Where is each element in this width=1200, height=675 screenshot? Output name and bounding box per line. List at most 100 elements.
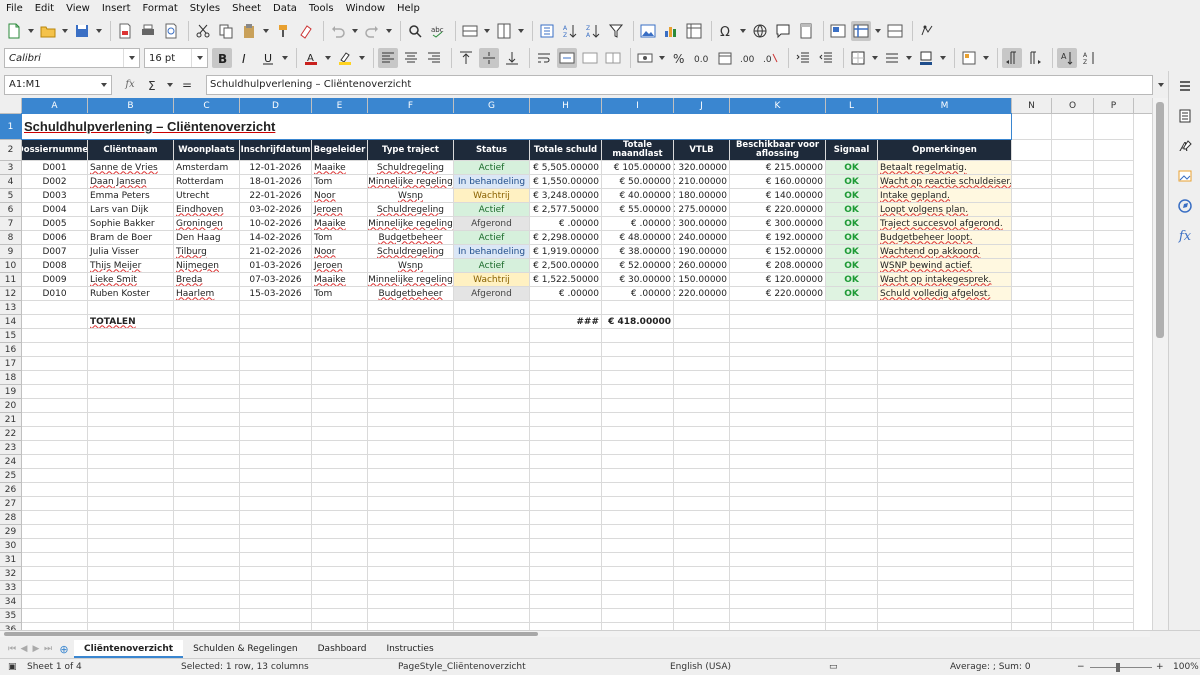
empty-cell[interactable] [454, 371, 530, 385]
open-folder-icon[interactable] [38, 21, 58, 41]
status-cell[interactable]: Wachtrij [454, 273, 530, 287]
empty-cell[interactable] [730, 301, 826, 315]
status-cell[interactable]: Actief [454, 231, 530, 245]
empty-cell[interactable] [674, 623, 730, 630]
insert-chart-icon[interactable] [661, 21, 681, 41]
empty-cell[interactable] [674, 315, 730, 329]
border-color-dropdown[interactable] [939, 48, 946, 68]
empty-cell[interactable] [240, 553, 312, 567]
empty-cell[interactable] [530, 413, 602, 427]
empty-cell[interactable] [88, 623, 174, 630]
empty-cell[interactable] [878, 511, 1012, 525]
totale-schuld-cell[interactable]: € 5,505.00000 [530, 161, 602, 175]
begeleider-cell[interactable]: Tom [312, 287, 368, 301]
empty-cell[interactable] [368, 539, 454, 553]
border-color-icon[interactable] [916, 48, 936, 68]
empty-cell[interactable] [174, 483, 240, 497]
empty-cell[interactable] [454, 567, 530, 581]
font-color-dropdown[interactable] [324, 48, 331, 68]
empty-cell[interactable] [1052, 525, 1094, 539]
empty-cell[interactable] [1052, 581, 1094, 595]
column-header-k[interactable]: K [730, 98, 826, 114]
empty-cell[interactable] [1012, 259, 1052, 273]
empty-cell[interactable] [1052, 609, 1094, 623]
empty-cell[interactable] [530, 623, 602, 630]
decrease-indent-icon[interactable] [816, 48, 836, 68]
empty-cell[interactable] [602, 413, 674, 427]
empty-cell[interactable] [674, 595, 730, 609]
empty-cell[interactable] [530, 567, 602, 581]
empty-cell[interactable] [674, 497, 730, 511]
empty-cell[interactable] [312, 609, 368, 623]
opmerkingen-cell[interactable]: Traject succesvol afgerond. [878, 217, 1012, 231]
column-header-p[interactable]: P [1094, 98, 1134, 114]
column-header-o[interactable]: O [1052, 98, 1094, 114]
menu-window[interactable]: Window [346, 3, 385, 14]
inschrijfdatum-cell[interactable]: 03-02-2026 [240, 203, 312, 217]
empty-cell[interactable] [454, 469, 530, 483]
empty-cell[interactable] [1094, 357, 1134, 371]
header-status[interactable]: Status [454, 140, 530, 161]
align-top-icon[interactable] [456, 48, 476, 68]
vtlb-cell[interactable]: € 210.00000 [674, 175, 730, 189]
sort-descending-icon[interactable]: ZA [583, 21, 603, 41]
row-header-23[interactable]: 23 [0, 441, 22, 455]
column-dropdown[interactable] [517, 21, 524, 41]
empty-cell[interactable] [240, 357, 312, 371]
split-window-icon[interactable] [885, 21, 905, 41]
empty-cell[interactable] [1094, 539, 1134, 553]
row-header-29[interactable]: 29 [0, 525, 22, 539]
empty-cell[interactable] [530, 357, 602, 371]
sheet-tab-2[interactable]: Schulden & Regelingen [183, 640, 308, 658]
totals-debt-cell[interactable]: ### [530, 315, 602, 329]
empty-cell[interactable] [312, 329, 368, 343]
empty-cell[interactable] [1012, 441, 1052, 455]
empty-cell[interactable] [674, 581, 730, 595]
begeleider-cell[interactable]: Noor [312, 245, 368, 259]
empty-cell[interactable] [730, 539, 826, 553]
empty-cell[interactable] [312, 315, 368, 329]
empty-cell[interactable] [1012, 329, 1052, 343]
beschikbaar-voor-aflossing-cell[interactable]: € 192.00000 [730, 231, 826, 245]
empty-cell[interactable] [1012, 357, 1052, 371]
empty-cell[interactable] [1052, 469, 1094, 483]
empty-cell[interactable] [602, 343, 674, 357]
empty-cell[interactable] [22, 595, 88, 609]
sum-dropdown[interactable] [166, 75, 173, 95]
empty-cell[interactable] [1094, 231, 1134, 245]
export-pdf-icon[interactable] [115, 21, 135, 41]
prev-sheet-icon[interactable]: ◀ [18, 642, 30, 656]
empty-cell[interactable] [730, 497, 826, 511]
spelling-icon[interactable]: abc [428, 21, 448, 41]
empty-cell[interactable] [240, 595, 312, 609]
empty-cell[interactable] [1012, 343, 1052, 357]
empty-cell[interactable] [174, 469, 240, 483]
styles-icon[interactable]: A [1169, 131, 1200, 161]
totale-schuld-cell[interactable]: € 2,298.00000 [530, 231, 602, 245]
empty-cell[interactable] [674, 483, 730, 497]
empty-cell[interactable] [1052, 483, 1094, 497]
empty-cell[interactable] [1012, 189, 1052, 203]
print-preview-icon[interactable] [161, 21, 181, 41]
empty-cell[interactable] [174, 413, 240, 427]
empty-cell[interactable] [240, 455, 312, 469]
beschikbaar-voor-aflossing-cell[interactable]: € 220.00000 [730, 203, 826, 217]
empty-cell[interactable] [22, 315, 88, 329]
row-header-5[interactable]: 5 [0, 189, 22, 203]
delete-decimal-icon[interactable]: .0 [761, 48, 781, 68]
empty-cell[interactable] [312, 497, 368, 511]
vtlb-cell[interactable]: € 240.00000 [674, 231, 730, 245]
empty-cell[interactable] [454, 343, 530, 357]
empty-cell[interactable] [1052, 413, 1094, 427]
signaal-cell[interactable]: OK [826, 231, 878, 245]
empty-cell[interactable] [174, 385, 240, 399]
undo-icon[interactable] [328, 21, 348, 41]
column-header-i[interactable]: I [602, 98, 674, 114]
empty-cell[interactable] [174, 553, 240, 567]
empty-cell[interactable] [1052, 114, 1094, 140]
woonplaats-cell[interactable]: Groningen [174, 217, 240, 231]
empty-cell[interactable] [602, 609, 674, 623]
merge-center-icon[interactable] [557, 48, 577, 68]
empty-cell[interactable] [368, 357, 454, 371]
empty-cell[interactable] [730, 525, 826, 539]
